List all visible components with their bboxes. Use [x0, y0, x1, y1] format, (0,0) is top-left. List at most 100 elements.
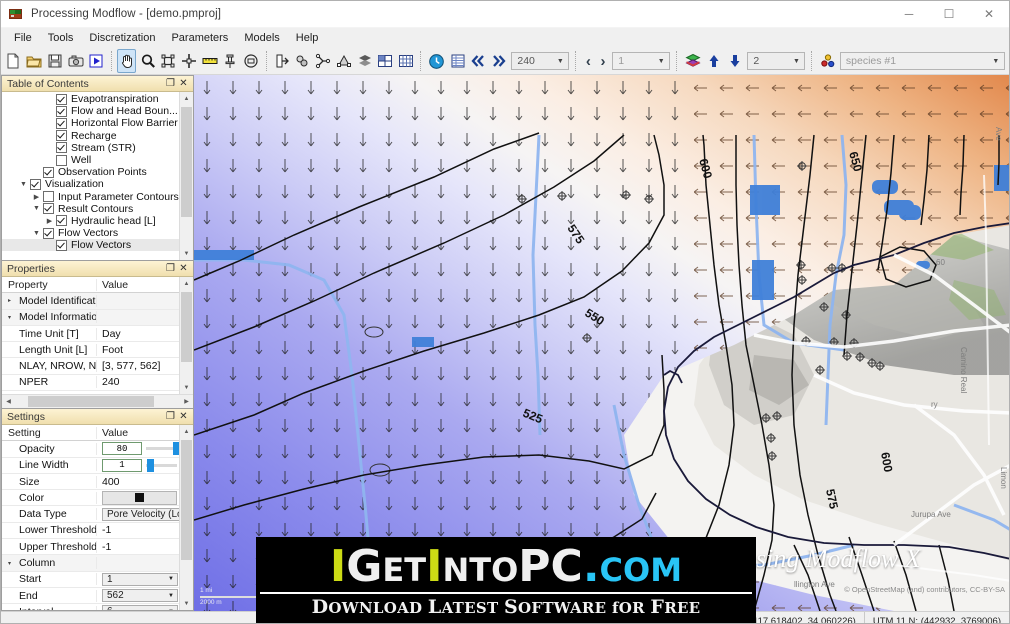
toc-item[interactable]: Observation Points — [2, 166, 180, 178]
expander-icon[interactable]: ▸ — [8, 297, 19, 304]
setting-row[interactable]: Size 400 — [2, 474, 180, 491]
map-canvas[interactable]: 600575550525650600575550 AveCamino RealL… — [194, 75, 1009, 611]
zoom-extent-icon[interactable] — [159, 49, 178, 73]
slider-track[interactable] — [146, 458, 177, 472]
mesh-icon[interactable] — [334, 49, 353, 73]
toc-checkbox[interactable] — [56, 117, 67, 129]
setting-row[interactable]: Interval6▼ — [2, 604, 180, 610]
properties-grid[interactable]: PropertyValue▸Model Identification▾Model… — [2, 277, 193, 394]
maximize-button[interactable]: ☐ — [929, 1, 969, 27]
toc-checkbox[interactable] — [56, 239, 67, 251]
toc-close-icon[interactable]: ✕ — [177, 77, 190, 90]
slider-control[interactable]: 80 — [102, 442, 180, 456]
toc-item[interactable]: Stream (STR) — [2, 142, 180, 154]
setting-dropdown[interactable]: 6▼ — [102, 605, 178, 610]
setting-row[interactable]: Line Width 1 — [2, 458, 180, 474]
setting-row[interactable]: Color — [2, 490, 180, 507]
toc-checkbox[interactable] — [56, 93, 67, 105]
property-row[interactable]: Time Unit [T] Day — [2, 326, 180, 343]
toc-checkbox[interactable] — [56, 215, 67, 227]
step-prev-button[interactable]: ‹ — [581, 50, 596, 72]
time-clock-icon[interactable] — [427, 49, 446, 73]
scroll-thumb[interactable] — [28, 396, 154, 407]
layer-stack-icon[interactable] — [683, 49, 703, 73]
toc-item[interactable]: ▶ Input Parameter Contours — [2, 191, 180, 203]
scroll-down-icon[interactable]: ▼ — [180, 597, 193, 610]
map-view[interactable]: 600575550525650600575550 AveCamino RealL… — [194, 75, 1009, 611]
pin-icon[interactable] — [221, 49, 240, 73]
setting-dropdown[interactable]: 562 ▼ — [102, 589, 178, 603]
time-first-icon[interactable] — [469, 49, 488, 73]
scroll-down-icon[interactable]: ▼ — [180, 247, 193, 260]
slider-track[interactable] — [146, 442, 180, 456]
close-button[interactable]: ✕ — [969, 1, 1009, 27]
toc-checkbox[interactable] — [56, 105, 67, 117]
setting-row[interactable]: Data Type Pore Velocity (Log)▼ — [2, 506, 180, 523]
time-step-combo[interactable]: 240 ▼ — [511, 52, 570, 70]
settings-close-icon[interactable]: ✕ — [177, 410, 190, 423]
expander-icon[interactable]: ▾ — [8, 560, 19, 567]
table-icon[interactable] — [448, 49, 467, 73]
properties-horizontal-scrollbar[interactable]: ◀ ▶ — [2, 394, 193, 408]
layer-up-icon[interactable] — [705, 49, 724, 73]
measure-ruler-icon[interactable] — [200, 49, 219, 73]
scroll-up-icon[interactable]: ▲ — [180, 92, 193, 105]
numeric-input[interactable]: 1 — [102, 458, 142, 472]
scroll-thumb[interactable] — [181, 440, 192, 560]
network-icon[interactable] — [314, 49, 333, 73]
scroll-right-icon[interactable]: ▶ — [180, 398, 193, 405]
settings-vertical-scrollbar[interactable]: ▲ ▼ — [179, 425, 193, 610]
toc-checkbox[interactable] — [56, 154, 67, 166]
toc-checkbox[interactable] — [43, 191, 54, 203]
toc-checkbox[interactable] — [43, 166, 54, 178]
species-combo[interactable]: species #1 ▼ — [839, 52, 1005, 70]
toc-tree[interactable]: Evapotranspiration Flow and Head Boun... H… — [2, 92, 193, 260]
setting-dropdown[interactable]: Pore Velocity (Log)▼ — [102, 507, 180, 521]
minimize-button[interactable]: ─ — [889, 1, 929, 27]
crosshair-icon[interactable] — [180, 49, 199, 73]
setting-row[interactable]: End 562 ▼ — [2, 588, 180, 605]
export-icon[interactable] — [272, 49, 291, 73]
grid-view-icon[interactable] — [397, 49, 416, 73]
setting-row[interactable]: Lower Threshold -1 — [2, 523, 180, 540]
property-row[interactable]: ▾ Model Information — [2, 309, 180, 326]
scroll-thumb[interactable] — [181, 292, 192, 362]
scroll-down-icon[interactable]: ▼ — [180, 381, 193, 394]
pan-hand-icon[interactable] — [117, 49, 137, 73]
menu-discretization[interactable]: Discretization — [81, 30, 163, 46]
slider-control[interactable]: 1 — [102, 458, 180, 472]
settings-pin-icon[interactable]: ❐ — [164, 410, 177, 423]
setting-row[interactable]: Opacity 80 — [2, 441, 180, 458]
property-row[interactable]: NPER 240 — [2, 375, 180, 392]
new-icon[interactable] — [4, 49, 23, 73]
toc-pin-icon[interactable]: ❐ — [164, 77, 177, 90]
layer-combo[interactable]: 2 ▼ — [747, 52, 806, 70]
properties-close-icon[interactable]: ✕ — [177, 262, 190, 275]
menu-parameters[interactable]: Parameters — [163, 30, 236, 46]
toc-vertical-scrollbar[interactable]: ▲ ▼ — [179, 92, 193, 260]
setting-row[interactable]: ▾ Column — [2, 555, 180, 572]
cells-icon[interactable] — [293, 49, 312, 73]
menu-tools[interactable]: Tools — [40, 30, 82, 46]
chevron-icon[interactable]: ▶ — [43, 217, 56, 225]
zoom-magnifier-icon[interactable] — [138, 49, 157, 73]
polygon-select-icon[interactable] — [242, 49, 261, 73]
setting-text-value[interactable]: -1 — [102, 524, 111, 536]
toc-item[interactable]: Evapotranspiration — [2, 93, 180, 105]
property-row[interactable]: Length Unit [L] Foot — [2, 342, 180, 359]
toc-item[interactable]: ▼ Flow Vectors — [2, 227, 180, 239]
chevron-icon[interactable]: ▼ — [17, 181, 30, 188]
species-icon[interactable] — [818, 49, 837, 73]
camera-icon[interactable] — [66, 49, 85, 73]
properties-pin-icon[interactable]: ❐ — [164, 262, 177, 275]
menu-help[interactable]: Help — [288, 30, 327, 46]
property-row[interactable]: ▸Model Identification — [2, 293, 180, 310]
split-view-icon[interactable] — [376, 49, 395, 73]
color-picker-button[interactable] — [102, 490, 177, 505]
toc-item[interactable]: Well — [2, 154, 180, 166]
setting-text-value[interactable]: 400 — [102, 476, 120, 488]
expander-icon[interactable]: ▾ — [8, 314, 19, 321]
chevron-icon[interactable]: ▼ — [30, 230, 43, 237]
scroll-up-icon[interactable]: ▲ — [180, 277, 193, 290]
toc-checkbox[interactable] — [56, 142, 67, 154]
